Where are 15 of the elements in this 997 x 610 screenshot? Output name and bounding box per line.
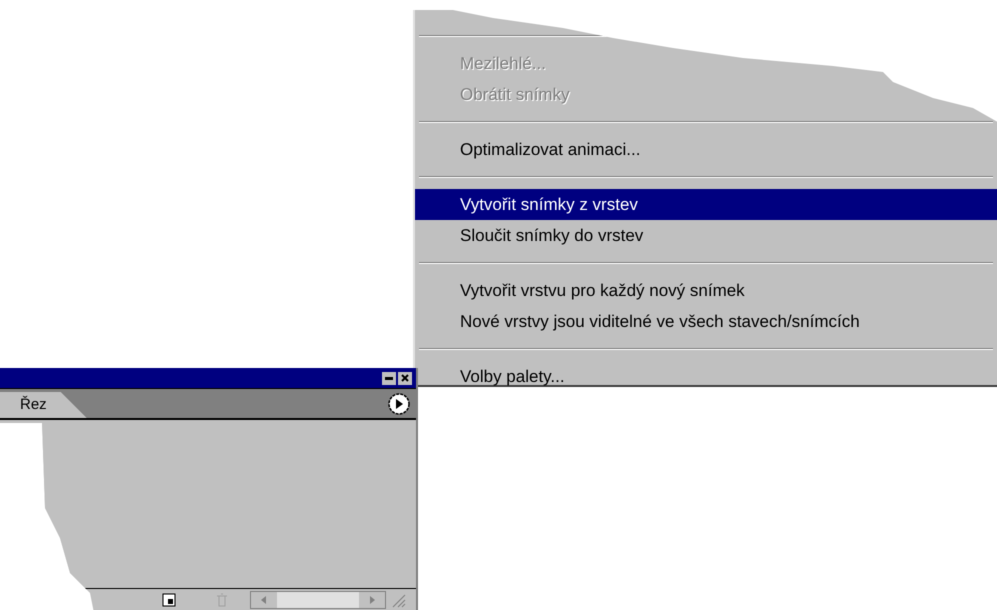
new-item-icon[interactable] [162, 592, 176, 606]
menu-item[interactable]: Sloučit snímky do vrstev [415, 220, 997, 251]
minimize-icon [385, 376, 393, 380]
close-button[interactable] [398, 372, 412, 384]
menu-item[interactable]: Vytvořit snímky z vrstev [415, 189, 997, 220]
minimize-button[interactable] [382, 372, 396, 384]
panel-tab[interactable]: Řez [0, 392, 87, 418]
menu-item[interactable]: Nové vrstvy jsou viditelné ve všech stavech/snímcích [415, 306, 997, 337]
menu-item[interactable]: Optimalizovat animaci... [415, 134, 997, 165]
play-icon[interactable] [388, 392, 410, 414]
close-icon [401, 374, 409, 382]
menu-item[interactable]: Vytvořit vrstvu pro každý nový snímek [415, 275, 997, 306]
scrollbar[interactable] [250, 590, 386, 608]
resize-grip-icon[interactable] [390, 592, 406, 608]
menu-item[interactable]: Volby palety... [415, 361, 997, 392]
